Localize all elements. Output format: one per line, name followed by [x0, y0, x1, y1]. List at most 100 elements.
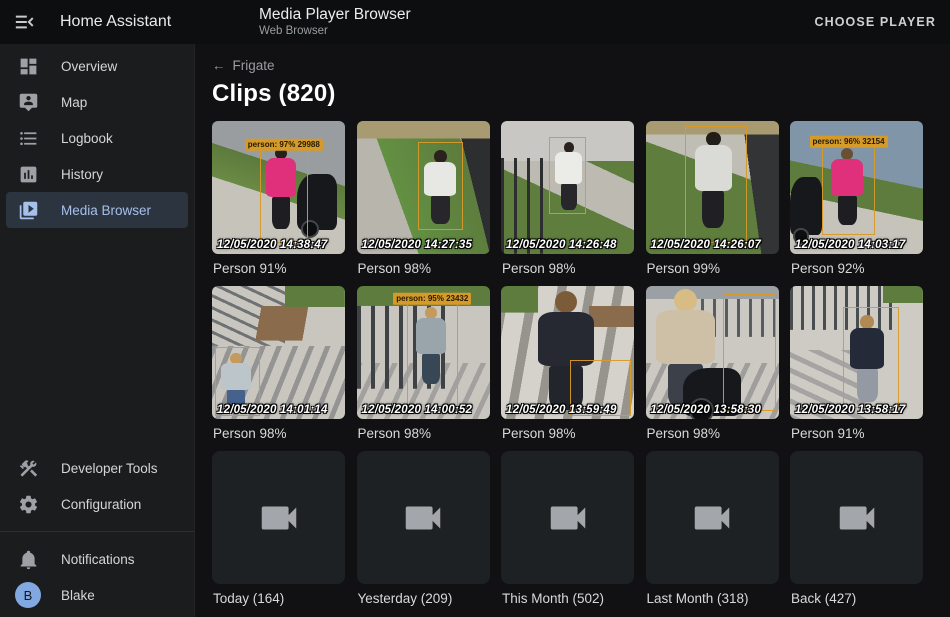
clip-item[interactable]: 12/05/2020 14:01:14 Person 98% — [212, 286, 345, 451]
sidebar-main-items: Overview Map Logbook History Media Brows… — [0, 48, 194, 228]
page-header-title: Media Player Browser — [259, 6, 411, 24]
clip-caption: Person 91% — [791, 426, 923, 441]
detection-bbox: person: 95% 23432 — [407, 299, 458, 413]
choose-player-button[interactable]: CHOOSE PLAYER — [814, 15, 936, 29]
sidebar-item-notifications[interactable]: Notifications — [6, 541, 188, 577]
clip-item[interactable]: 12/05/2020 13:58:17 Person 91% — [790, 286, 923, 451]
clip-timestamp: 12/05/2020 14:00:52 — [362, 404, 473, 416]
detection-label: person: 96% 32154 — [809, 136, 887, 148]
folder-tile — [646, 451, 779, 584]
back-arrow-icon: ← — [212, 58, 226, 73]
breadcrumb-label: Frigate — [233, 58, 275, 73]
clip-timestamp: 12/05/2020 13:59:49 — [506, 404, 617, 416]
clip-thumbnail: person: 96% 32154 12/05/2020 14:03:17 — [790, 121, 923, 254]
clip-caption: Person 98% — [502, 426, 634, 441]
clip-thumbnail: 12/05/2020 13:58:17 — [790, 286, 923, 419]
clip-thumbnail: 12/05/2020 14:26:48 — [501, 121, 634, 254]
sidebar: Overview Map Logbook History Media Brows… — [0, 44, 195, 617]
sidebar-item-map[interactable]: Map — [6, 84, 188, 120]
app-title: Home Assistant — [60, 13, 171, 31]
clip-timestamp: 12/05/2020 14:27:35 — [362, 239, 473, 251]
clip-caption: Person 98% — [213, 426, 345, 441]
folder-item-this-month[interactable]: This Month (502) — [501, 451, 634, 616]
folder-tile — [790, 451, 923, 584]
detection-label: person: 95% 23432 — [393, 293, 471, 305]
folder-item-yesterday[interactable]: Yesterday (209) — [357, 451, 490, 616]
clip-timestamp: 12/05/2020 13:58:30 — [651, 404, 762, 416]
folder-label: Yesterday (209) — [358, 591, 490, 606]
clip-item[interactable]: 12/05/2020 14:27:35 Person 98% — [357, 121, 490, 286]
folder-item-last-month[interactable]: Last Month (318) — [646, 451, 779, 616]
top-app-bar: Home Assistant Media Player Browser Web … — [0, 0, 950, 44]
clip-item[interactable]: 12/05/2020 14:26:48 Person 98% — [501, 121, 634, 286]
topbar-left: Home Assistant — [0, 10, 195, 34]
body-layout: Overview Map Logbook History Media Brows… — [0, 44, 950, 617]
folder-label: Back (427) — [791, 591, 923, 606]
folder-item-today[interactable]: Today (164) — [212, 451, 345, 616]
clip-thumbnail: 12/05/2020 14:26:07 — [646, 121, 779, 254]
sidebar-item-logbook[interactable]: Logbook — [6, 120, 188, 156]
sidebar-item-user[interactable]: B Blake — [6, 577, 188, 613]
sidebar-item-history[interactable]: History — [6, 156, 188, 192]
detection-bbox — [843, 307, 899, 408]
media-browser-content: ← Frigate Clips (820) person: 97% 29988 … — [195, 44, 950, 617]
avatar: B — [15, 582, 41, 608]
sidebar-bottom-items: Developer Tools Configuration — [0, 450, 194, 522]
folder-tile — [357, 451, 490, 584]
clip-caption: Person 98% — [358, 261, 490, 276]
folder-item-back[interactable]: Back (427) — [790, 451, 923, 616]
page-title: Clips (820) — [212, 80, 934, 108]
clip-thumbnail: 12/05/2020 13:59:49 — [501, 286, 634, 419]
folder-label: This Month (502) — [502, 591, 634, 606]
map-icon — [16, 90, 40, 114]
detection-bbox: person: 97% 29988 — [260, 145, 308, 243]
sidebar-item-media-browser[interactable]: Media Browser — [6, 192, 188, 228]
clip-caption: Person 91% — [213, 261, 345, 276]
clip-item[interactable]: person: 97% 29988 12/05/2020 14:38:47 Pe… — [212, 121, 345, 286]
detection-bbox — [723, 294, 776, 411]
detection-bbox — [418, 142, 463, 230]
hammer-icon — [16, 456, 40, 480]
clip-timestamp: 12/05/2020 14:26:07 — [651, 239, 762, 251]
clip-item[interactable]: 12/05/2020 14:26:07 Person 99% — [646, 121, 779, 286]
gear-icon — [16, 492, 40, 516]
notifications-label: Notifications — [61, 552, 135, 567]
folder-label: Today (164) — [213, 591, 345, 606]
clip-thumbnail: 12/05/2020 14:01:14 — [212, 286, 345, 419]
history-icon — [16, 162, 40, 186]
clip-timestamp: 12/05/2020 14:38:47 — [217, 239, 328, 251]
clip-timestamp: 12/05/2020 14:01:14 — [217, 404, 328, 416]
sidebar-item-configuration[interactable]: Configuration — [6, 486, 188, 522]
detection-bbox — [685, 126, 746, 243]
clip-thumbnail: 12/05/2020 13:58:30 — [646, 286, 779, 419]
detection-bbox — [549, 137, 586, 214]
breadcrumb-back-frigate[interactable]: ← Frigate — [212, 58, 275, 73]
sidebar-item-developer-tools[interactable]: Developer Tools — [6, 450, 188, 486]
clip-caption: Person 99% — [647, 261, 779, 276]
folder-tile — [212, 451, 345, 584]
clip-thumbnail: person: 97% 29988 12/05/2020 14:38:47 — [212, 121, 345, 254]
sidebar-divider — [0, 531, 194, 532]
clip-item[interactable]: 12/05/2020 13:59:49 Person 98% — [501, 286, 634, 451]
dashboard-icon — [16, 54, 40, 78]
clip-thumbnail: 12/05/2020 14:27:35 — [357, 121, 490, 254]
detection-label: person: 97% 29988 — [245, 139, 323, 151]
sidebar-spacer — [0, 228, 194, 450]
clip-caption: Person 98% — [358, 426, 490, 441]
video-camera-icon — [256, 495, 302, 541]
video-camera-icon — [545, 495, 591, 541]
clip-timestamp: 12/05/2020 14:03:17 — [795, 239, 906, 251]
detection-bbox: person: 96% 32154 — [822, 142, 875, 235]
clip-caption: Person 92% — [791, 261, 923, 276]
video-camera-icon — [834, 495, 880, 541]
sidebar-toggle-icon[interactable] — [14, 10, 38, 34]
sidebar-item-overview[interactable]: Overview — [6, 48, 188, 84]
clip-thumbnail: person: 95% 23432 12/05/2020 14:00:52 — [357, 286, 490, 419]
clip-item[interactable]: person: 95% 23432 12/05/2020 14:00:52 Pe… — [357, 286, 490, 451]
clip-item[interactable]: person: 96% 32154 12/05/2020 14:03:17 Pe… — [790, 121, 923, 286]
stroller-figure — [790, 177, 822, 236]
clip-timestamp: 12/05/2020 14:26:48 — [506, 239, 617, 251]
clip-item[interactable]: 12/05/2020 13:58:30 Person 98% — [646, 286, 779, 451]
bell-icon — [16, 547, 40, 571]
clip-timestamp: 12/05/2020 13:58:17 — [795, 404, 906, 416]
